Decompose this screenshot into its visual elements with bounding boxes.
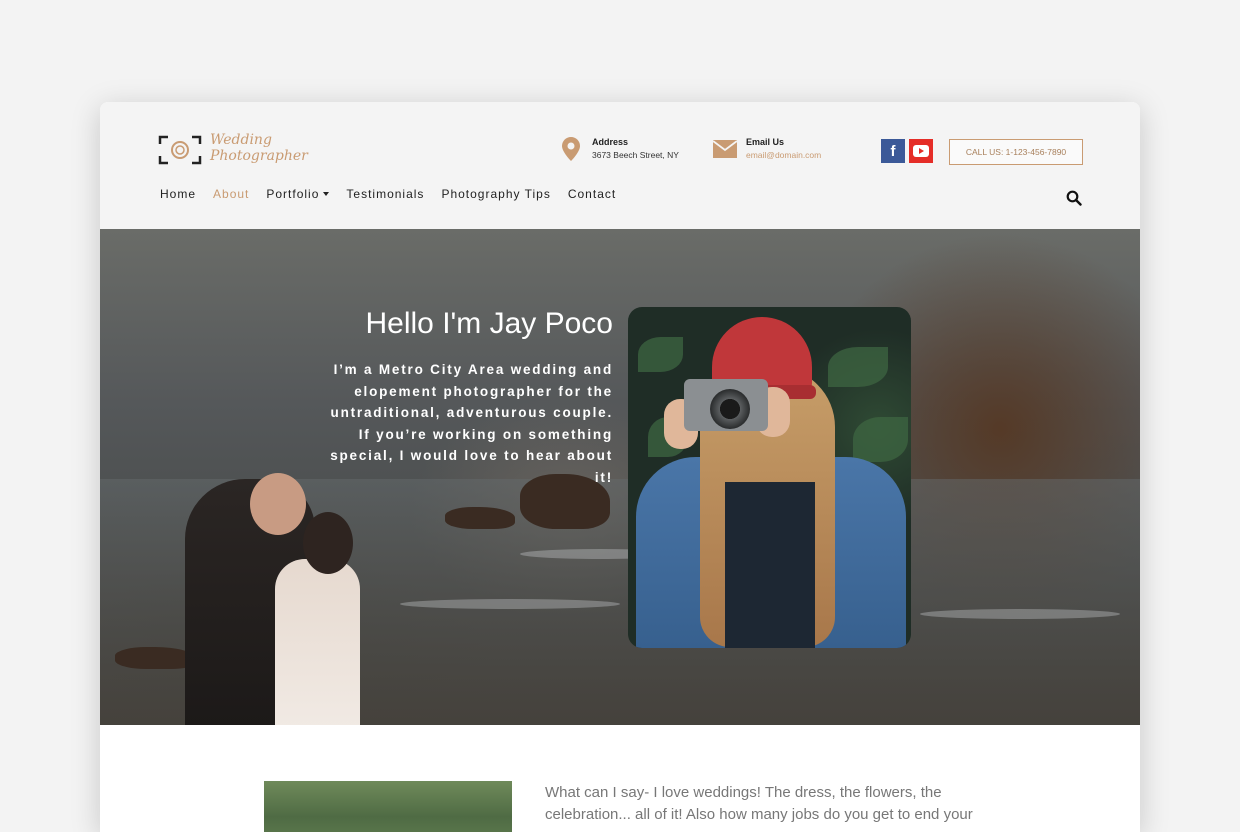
address-value: 3673 Beech Street, NY	[592, 150, 679, 160]
camera-logo-icon	[158, 135, 202, 165]
logo-text: Wedding Photographer	[210, 132, 308, 164]
about-text: What can I say- I love weddings! The dre…	[545, 784, 973, 823]
hero-title: Hello I'm Jay Poco	[365, 307, 614, 340]
nav-contact[interactable]: Contact	[568, 187, 616, 201]
portrait-leaf	[828, 347, 888, 387]
address-label: Address	[592, 137, 629, 147]
facebook-icon[interactable]: f	[881, 139, 905, 163]
camera-lens	[710, 389, 750, 429]
nav-contact-label: Contact	[567, 187, 617, 201]
portrait-leaf	[638, 337, 683, 372]
photographer-portrait	[628, 307, 911, 648]
nav-about[interactable]: About	[213, 187, 249, 201]
nav-home[interactable]: Home	[160, 187, 196, 201]
nav-photography-tips-label: Photography Tips	[441, 187, 551, 201]
youtube-icon[interactable]	[909, 139, 933, 163]
portrait-tee	[725, 482, 815, 648]
email-label: Email Us	[746, 137, 785, 147]
browser-frame: Wedding Photographer Address 3673 Beech …	[100, 102, 1140, 832]
nav-portfolio[interactable]: Portfolio	[266, 187, 330, 201]
chevron-down-icon	[323, 192, 330, 196]
logo-line-1: Wedding	[210, 132, 272, 148]
hero-wave	[920, 609, 1120, 619]
hero-rock	[115, 647, 195, 669]
hero-description: I’m a Metro City Area wedding and elopem…	[330, 362, 613, 485]
nav-photography-tips[interactable]: Photography Tips	[441, 187, 550, 201]
site-header: Wedding Photographer Address 3673 Beech …	[100, 102, 1140, 229]
social-links: f	[881, 139, 933, 163]
site-logo[interactable]: Wedding Photographer	[158, 132, 318, 172]
couple-groom-head	[250, 473, 306, 535]
hero-wave	[400, 599, 620, 609]
nav-testimonials-label: Testimonials	[346, 187, 425, 201]
email-block: Email Us email@domain.com	[712, 136, 821, 162]
email-link[interactable]: email@domain.com	[746, 148, 821, 162]
nav-home-label: Home	[160, 187, 197, 201]
nav-testimonials[interactable]: Testimonials	[346, 187, 424, 201]
hero-section: Hello I'm Jay Poco I’m a Metro City Area…	[100, 229, 1140, 725]
couple-bride-head	[303, 512, 353, 574]
hero-rock	[445, 507, 515, 529]
nav-about-label: About	[213, 187, 250, 201]
address-block: Address 3673 Beech Street, NY	[558, 136, 679, 162]
envelope-icon	[712, 136, 738, 162]
call-us-button[interactable]: CALL US: 1-123-456-7890	[949, 139, 1083, 165]
map-pin-icon	[558, 136, 584, 162]
main-nav: Home About Portfolio Testimonials Photog…	[160, 187, 633, 201]
search-icon[interactable]	[1066, 190, 1082, 206]
about-image	[264, 781, 512, 832]
logo-line-2: Photographer	[210, 148, 308, 164]
couple-bride-figure	[275, 559, 360, 725]
portrait-leaf	[853, 417, 908, 462]
nav-portfolio-label: Portfolio	[266, 187, 320, 201]
